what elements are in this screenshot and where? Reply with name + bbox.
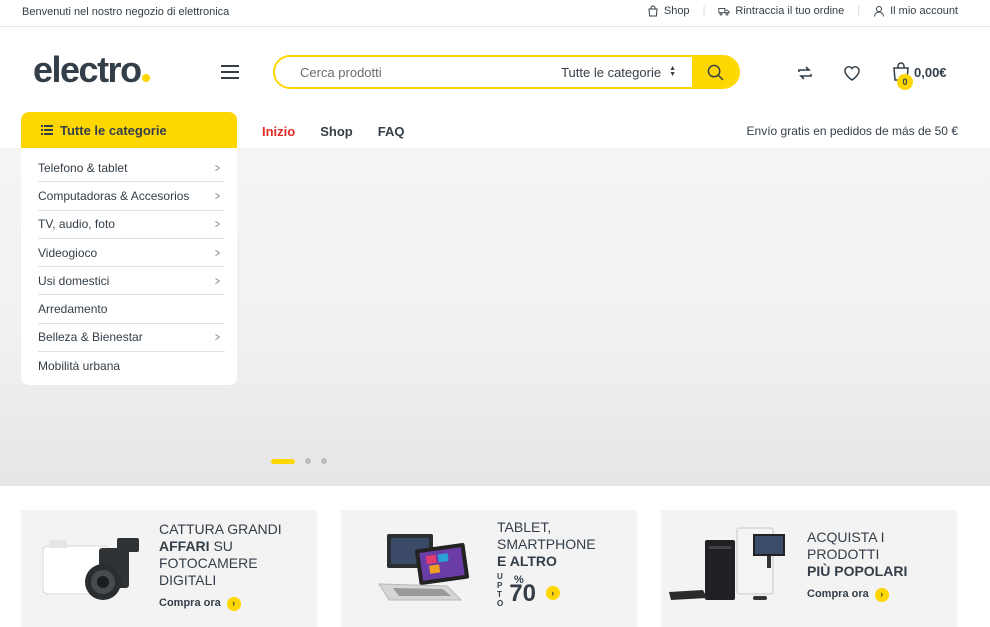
desktop-computer-image (669, 527, 785, 600)
truck-icon (718, 8, 730, 16)
category-item[interactable]: Videogioco > (38, 239, 225, 268)
chevron-right-icon: › (874, 587, 889, 602)
banner-cameras-line2: SU (209, 538, 233, 554)
nav-link-inizio[interactable]: Inizio (262, 124, 295, 139)
search-icon (707, 64, 724, 81)
cart-button[interactable]: 0 0,00€ (892, 62, 947, 90)
category-label: Usi domestici (38, 273, 110, 288)
banner-popular-cta[interactable]: Compra ora › (807, 586, 952, 603)
search-category-select[interactable]: Tutte le categorie ▲ ▼ (561, 57, 692, 87)
banner-popular[interactable]: ACQUISTA I PRODOTTI PIÙ POPOLARI Compra … (661, 510, 957, 627)
banner-tablets-text: TABLET, SMARTPHONE E ALTRO UPTO 70 % › (497, 519, 632, 608)
category-label: Belleza & Bienestar (38, 330, 143, 345)
compare-icon[interactable] (795, 63, 815, 83)
site-logo[interactable]: electro (33, 50, 150, 90)
track-order-link[interactable]: Rintraccia il tuo ordine (718, 5, 844, 17)
user-icon (874, 6, 885, 17)
chevron-right-icon[interactable]: › (545, 586, 560, 600)
slider-dots (271, 458, 327, 464)
banner-cameras-line1: CATTURA GRANDI (159, 521, 282, 537)
camera-image (42, 538, 139, 600)
slider-dot-3[interactable] (321, 458, 327, 464)
slider-dot-2[interactable] (305, 458, 311, 464)
top-shop-label: Shop (663, 5, 690, 17)
search-input[interactable] (275, 57, 562, 87)
category-label: Computadoras & Accesorios (38, 188, 190, 203)
search-bar: Tutte le categorie ▲▼ (273, 55, 740, 89)
category-item[interactable]: Belleza & Bienestar > (38, 324, 225, 353)
cart-amount: 0,00€ (914, 64, 947, 80)
banner-popular-line1: ACQUISTA I (807, 529, 885, 545)
banner-cameras-line4: DIGITALI (159, 572, 217, 588)
chevron-right-icon: › (226, 596, 241, 611)
banner-tablets-line2: SMARTPHONE (497, 536, 596, 552)
category-item[interactable]: TV, audio, foto > (38, 211, 225, 239)
tablet-laptop-image (378, 534, 470, 601)
free-shipping-note: Envío gratis en pedidos de más de 50 € (746, 124, 958, 138)
select-arrows-icon: ▲ ▼ (669, 65, 676, 78)
category-label: Videogioco (38, 245, 98, 260)
banner-tablets-upto: UPTO (497, 572, 504, 608)
banner-cameras-text: CATTURA GRANDI AFFARI SU FOTOCAMERE DIGI… (159, 521, 309, 612)
category-list: Telefono & tablet > Computadoras & Acceso… (21, 148, 237, 385)
heart-icon[interactable] (842, 63, 862, 83)
category-item[interactable]: Mobilità urbana (38, 352, 225, 380)
chevron-right-icon: > (215, 245, 220, 260)
category-item[interactable]: Usi domestici > (38, 267, 225, 296)
logo-dot (141, 74, 150, 82)
my-account-label: Il mio account (890, 5, 958, 17)
category-label: TV, audio, foto (38, 217, 115, 232)
banner-tablets-percent-sign: % (513, 574, 524, 586)
banner-popular-text: ACQUISTA I PRODOTTI PIÙ POPOLARI Compra … (807, 529, 952, 603)
banner-tablets-bold: E ALTRO (497, 553, 557, 569)
chevron-right-icon: > (215, 188, 220, 203)
list-icon (41, 125, 53, 135)
cta-label: Compra ora (807, 588, 869, 600)
banner-cameras[interactable]: CATTURA GRANDI AFFARI SU FOTOCAMERE DIGI… (21, 510, 317, 627)
cta-label: Compra ora (159, 597, 221, 609)
all-categories-button[interactable]: Tutte le categorie (21, 112, 237, 148)
top-bar: Benvenuti nel nostro negozio di elettron… (0, 0, 990, 27)
track-order-label: Rintraccia il tuo ordine (735, 5, 845, 17)
chevron-right-icon: > (215, 217, 220, 232)
banner-popular-line2: PRODOTTI (807, 546, 880, 562)
nav-link-shop[interactable]: Shop (320, 124, 353, 139)
banner-cameras-bold: AFFARI (159, 538, 210, 554)
banner-cameras-cta[interactable]: Compra ora › (159, 595, 309, 612)
category-item[interactable]: Computadoras & Accesorios > (38, 182, 225, 211)
category-item[interactable]: Telefono & tablet > (38, 154, 225, 183)
nav-link-faq[interactable]: FAQ (378, 124, 405, 139)
top-shop-link[interactable]: Shop (647, 5, 690, 17)
search-category-label: Tutte le categorie (561, 64, 662, 80)
banner-tablets-line1: TABLET, (497, 519, 552, 535)
chevron-right-icon: > (215, 273, 220, 288)
chevron-right-icon: > (215, 330, 220, 345)
slider-dot-1[interactable] (271, 458, 295, 464)
logo-text: electro (33, 49, 142, 90)
banner-tablets[interactable]: TABLET, SMARTPHONE E ALTRO UPTO 70 % › (341, 510, 637, 627)
banner-cameras-line3: FOTOCAMERE (159, 555, 258, 571)
my-account-link[interactable]: Il mio account (873, 5, 958, 17)
top-links: Shop | Rintraccia il tuo ordine | Il mio… (647, 5, 958, 17)
main-nav: Inizio Shop FAQ (262, 124, 429, 139)
banner-popular-bold: PIÙ POPOLARI (807, 563, 908, 579)
chevron-right-icon: > (215, 160, 220, 175)
welcome-message: Benvenuti nel nostro negozio di elettron… (22, 6, 230, 18)
category-item[interactable]: Arredamento (38, 295, 225, 324)
shopping-bag-icon (648, 5, 658, 17)
divider: | (702, 5, 706, 17)
cart-count-badge: 0 (897, 74, 913, 90)
category-label: Mobilità urbana (38, 359, 121, 374)
category-label: Arredamento (38, 302, 108, 317)
menu-toggle-icon[interactable] (221, 65, 239, 79)
divider: | (857, 5, 861, 17)
all-categories-label: Tutte le categorie (60, 122, 167, 138)
banner-tablets-offer: UPTO 70 % › (497, 572, 632, 608)
search-button[interactable] (692, 57, 738, 87)
category-label: Telefono & tablet (38, 160, 128, 175)
